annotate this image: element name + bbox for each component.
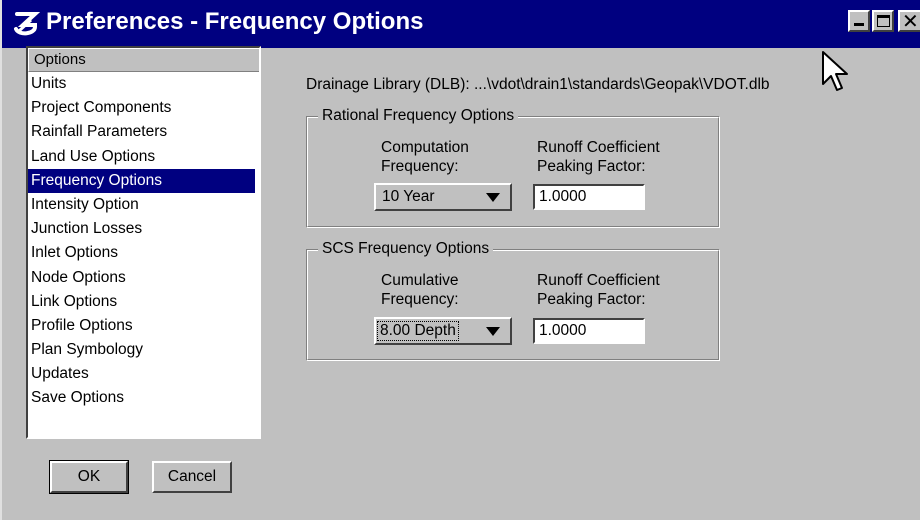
rational-group-title: Rational Frequency Options [318,106,519,126]
rational-frequency-group: Rational Frequency Options [306,106,720,228]
rational-coefficient-label-line1: Runoff Coefficient [537,139,660,156]
list-item-save-options[interactable]: Save Options [28,386,259,410]
close-button[interactable]: ✕ [898,9,920,33]
title-bar[interactable]: Preferences - Frequency Options ✕ [2,0,920,48]
scs-coefficient-label-line2: Peaking Factor: [537,291,646,308]
close-icon: ✕ [902,9,919,33]
list-item-intensity-option[interactable]: Intensity Option [28,193,259,217]
list-item-project-components[interactable]: Project Components [28,96,259,120]
scs-frequency-label-line2: Frequency: [381,291,459,308]
list-item-node-options[interactable]: Node Options [28,266,259,290]
ok-button[interactable]: OK [49,460,129,494]
list-item-updates[interactable]: Updates [28,362,259,386]
window-title: Preferences - Frequency Options [46,8,424,35]
list-item-units[interactable]: Units [28,72,259,96]
cancel-button[interactable]: Cancel [152,461,232,493]
scs-frequency-label-line1: Cumulative [381,272,459,289]
rational-frequency-label-line2: Frequency: [381,158,459,175]
scs-frequency-group: SCS Frequency Options [306,239,720,361]
rational-frequency-dropdown[interactable]: 10 Year [374,183,512,211]
list-item-profile-options[interactable]: Profile Options [28,314,259,338]
list-item-inlet-options[interactable]: Inlet Options [28,241,259,265]
scs-group-title: SCS Frequency Options [318,239,494,259]
scs-frequency-dropdown[interactable]: 8.00 Depth [374,317,512,345]
scs-coefficient-label-line1: Runoff Coefficient [537,272,660,289]
options-list[interactable]: Options Units Project Components Rainfal… [26,46,261,439]
rational-frequency-value: 10 Year [382,188,435,205]
drainage-library-path: Drainage Library (DLB): ...\vdot\drain1\… [306,76,770,93]
list-item-frequency-options[interactable]: Frequency Options [28,168,255,193]
mouse-pointer-icon [822,51,848,91]
scs-peaking-factor-input[interactable]: 1.0000 [533,318,645,344]
minimize-icon [854,23,864,26]
list-item-link-options[interactable]: Link Options [28,290,259,314]
preferences-window: Preferences - Frequency Options ✕ Option… [0,0,920,520]
scs-frequency-value: 8.00 Depth [377,321,459,341]
options-list-header: Options [28,48,259,72]
list-item-plan-symbology[interactable]: Plan Symbology [28,338,259,362]
rational-frequency-label-line1: Computation [381,139,469,156]
list-item-rainfall-parameters[interactable]: Rainfall Parameters [28,120,259,144]
list-item-land-use-options[interactable]: Land Use Options [28,145,259,169]
rational-peaking-factor-input[interactable]: 1.0000 [533,184,645,210]
maximize-icon [877,15,890,27]
geopak-logo-icon [14,12,41,36]
minimize-button[interactable] [848,10,870,32]
maximize-button[interactable] [872,10,894,32]
chevron-down-icon [486,193,500,202]
rational-coefficient-label-line2: Peaking Factor: [537,158,646,175]
list-item-junction-losses[interactable]: Junction Losses [28,217,259,241]
chevron-down-icon [486,327,500,336]
